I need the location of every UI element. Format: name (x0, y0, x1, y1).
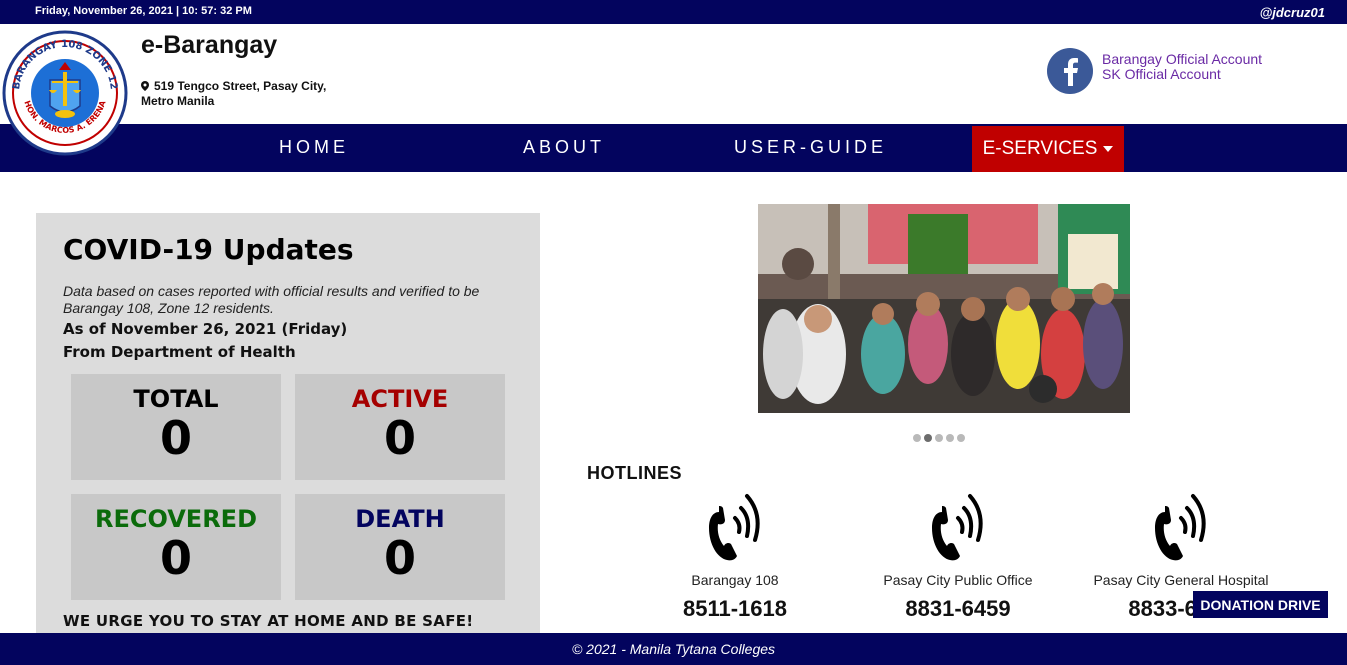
nav-eservices-dropdown[interactable]: E-SERVICES (972, 126, 1124, 172)
phone-ringing-icon (709, 494, 760, 561)
hotline-card: Barangay 108 8511-1618 (635, 488, 835, 622)
nav-home[interactable]: HOME (279, 137, 349, 158)
carousel-dot[interactable] (935, 434, 943, 442)
carousel-dot[interactable] (957, 434, 965, 442)
covid-title: COVID-19 Updates (63, 233, 354, 266)
carousel-dot[interactable] (913, 434, 921, 442)
stat-total: TOTAL 0 (71, 374, 281, 480)
nav-about[interactable]: ABOUT (523, 137, 605, 158)
stat-total-value: 0 (159, 411, 192, 465)
page: Friday, November 26, 2021 | 10: 57: 32 P… (0, 0, 1347, 665)
facebook-links: Barangay Official Account SK Official Ac… (1102, 52, 1262, 82)
covid-updates-panel: COVID-19 Updates Data based on cases rep… (36, 213, 540, 635)
current-datetime: Friday, November 26, 2021 | 10: 57: 32 P… (35, 5, 252, 17)
address-line-2: Metro Manila (141, 94, 215, 108)
hotline-card: Pasay City Public Office 8831-6459 (858, 488, 1058, 622)
hotline-name: Barangay 108 (691, 572, 779, 588)
carousel-indicators (913, 434, 965, 444)
stat-recovered-label: RECOVERED (94, 505, 257, 533)
footer: © 2021 - Manila Tytana Colleges (0, 633, 1347, 665)
hotlines-title: HOTLINES (587, 463, 683, 483)
address: 519 Tengco Street, Pasay City, Metro Man… (141, 79, 371, 109)
barangay-seal-logo[interactable]: BARANGAY 108 ZONE 12 HON. MARCOS A. EREN… (2, 30, 128, 156)
hotline-number[interactable]: 8831-6459 (858, 596, 1058, 622)
stat-active-value: 0 (383, 411, 416, 465)
donation-drive-button[interactable]: DONATION DRIVE (1193, 591, 1328, 618)
user-handle[interactable]: @jdcruz01 (1260, 5, 1325, 20)
nav-eservices-label: E-SERVICES (982, 138, 1098, 159)
stat-total-label: TOTAL (133, 385, 219, 413)
hotline-name: Pasay City General Hospital (1093, 572, 1269, 588)
hotline-name: Pasay City Public Office (883, 572, 1033, 588)
header: BARANGAY 108 ZONE 12 HON. MARCOS A. EREN… (0, 24, 1347, 156)
phone-ringing-icon (1155, 494, 1206, 561)
covid-source: From Department of Health (63, 343, 296, 361)
caret-down-icon (1103, 146, 1114, 152)
map-pin-icon (141, 81, 149, 91)
stat-death-label: DEATH (355, 505, 445, 533)
hotline-number[interactable]: 8511-1618 (635, 596, 835, 622)
stat-death-value: 0 (383, 531, 416, 585)
footer-copyright: © 2021 - Manila Tytana Colleges (571, 641, 776, 657)
stat-recovered: RECOVERED 0 (71, 494, 281, 600)
facebook-icon[interactable] (1047, 48, 1093, 94)
nav-user-guide[interactable]: USER-GUIDE (734, 137, 887, 158)
site-title[interactable]: e-Barangay (141, 31, 277, 60)
barangay-official-account-link[interactable]: Barangay Official Account (1102, 52, 1262, 67)
carousel-slide-photo (758, 204, 1130, 413)
covid-note: Data based on cases reported with offici… (63, 283, 480, 316)
phone-ringing-icon (932, 494, 983, 561)
stat-active-label: ACTIVE (351, 385, 449, 413)
stat-death: DEATH 0 (295, 494, 505, 600)
stay-home-message: WE URGE YOU TO STAY AT HOME AND BE SAFE! (63, 612, 474, 630)
carousel-dot-active[interactable] (924, 434, 932, 442)
stat-active: ACTIVE 0 (295, 374, 505, 480)
main-navigation: HOME ABOUT USER-GUIDE E-SERVICES (0, 124, 1347, 172)
address-line-1: 519 Tengco Street, Pasay City, (154, 79, 327, 93)
carousel-dot[interactable] (946, 434, 954, 442)
top-bar: Friday, November 26, 2021 | 10: 57: 32 P… (0, 0, 1347, 24)
stat-recovered-value: 0 (159, 531, 192, 585)
covid-as-of: As of November 26, 2021 (Friday) (63, 320, 348, 338)
sk-official-account-link[interactable]: SK Official Account (1102, 67, 1262, 82)
photo-carousel[interactable] (758, 204, 1130, 413)
